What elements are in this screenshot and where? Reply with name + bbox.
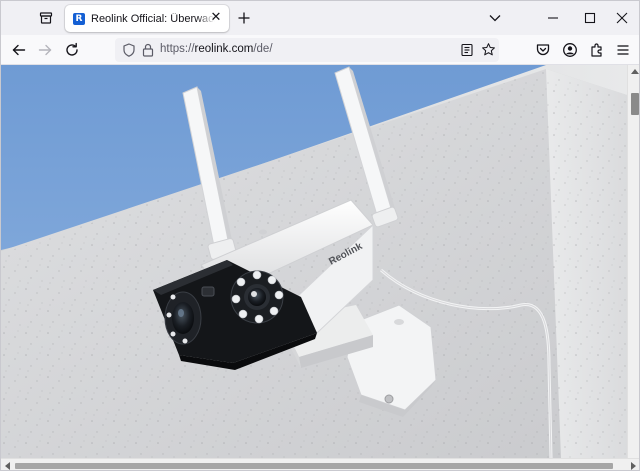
- extensions-button[interactable]: [588, 41, 606, 59]
- list-all-tabs-button[interactable]: [488, 11, 502, 25]
- url-host: reolink.com: [194, 43, 254, 55]
- horizontal-scrollbar[interactable]: [1, 458, 639, 470]
- maximize-button[interactable]: [582, 10, 598, 26]
- reload-icon: [66, 42, 78, 56]
- shield-icon: [123, 43, 135, 57]
- tab-list-button[interactable]: [35, 7, 57, 29]
- scroll-left-arrow-icon[interactable]: [5, 462, 10, 470]
- hero-image: Reolink: [1, 65, 627, 458]
- url-path: /de/: [253, 43, 273, 55]
- reader-view-button[interactable]: [460, 43, 474, 57]
- tab-list-icon: [39, 12, 53, 24]
- back-button[interactable]: [10, 41, 28, 59]
- pocket-button[interactable]: [534, 41, 552, 59]
- tracking-protection-button[interactable]: [121, 42, 137, 58]
- close-icon: ✕: [210, 10, 222, 25]
- reader-view-icon: [461, 43, 473, 57]
- extensions-icon: [591, 43, 602, 57]
- url-text[interactable]: https://reolink.com/de/: [160, 43, 273, 55]
- url-protocol: https://: [160, 43, 195, 55]
- new-tab-button[interactable]: [236, 10, 252, 26]
- app-menu-button[interactable]: [614, 41, 632, 59]
- scroll-right-arrow-icon[interactable]: [631, 462, 636, 470]
- address-bar[interactable]: https://reolink.com/de/: [115, 38, 499, 62]
- forward-button[interactable]: [36, 41, 54, 59]
- tab-close-button[interactable]: ✕: [209, 11, 223, 25]
- lock-icon: [142, 43, 154, 57]
- tab-title: Reolink Official: Überwachungskameras: [91, 12, 215, 25]
- maximize-icon: [584, 12, 596, 24]
- active-tab[interactable]: R Reolink Official: Überwachungskameras …: [65, 5, 229, 32]
- vertical-scrollbar-thumb[interactable]: [631, 93, 639, 115]
- account-icon: [563, 43, 577, 57]
- chevron-down-icon: [489, 15, 501, 22]
- reolink-favicon: R: [73, 12, 85, 25]
- scroll-up-arrow-icon[interactable]: [631, 69, 639, 74]
- menu-icon: [617, 45, 629, 55]
- vertical-scrollbar[interactable]: [627, 65, 639, 458]
- account-button[interactable]: [561, 41, 579, 59]
- bookmark-star-icon: [482, 43, 495, 56]
- plus-icon: [238, 12, 250, 24]
- minimize-button[interactable]: [545, 10, 561, 26]
- reload-button[interactable]: [63, 41, 81, 59]
- window-close-icon: [616, 12, 628, 24]
- pocket-icon: [536, 44, 550, 56]
- site-info-button[interactable]: [141, 42, 155, 58]
- forward-arrow-icon: [38, 44, 52, 56]
- page-content: Reolink: [1, 65, 627, 458]
- horizontal-scrollbar-thumb[interactable]: [15, 463, 613, 469]
- back-arrow-icon: [12, 44, 26, 56]
- close-window-button[interactable]: [614, 10, 630, 26]
- tab-strip: R Reolink Official: Überwachungskameras …: [1, 1, 639, 35]
- browser-window: R Reolink Official: Überwachungskameras …: [0, 0, 640, 471]
- navigation-toolbar: https://reolink.com/de/: [1, 35, 639, 65]
- bookmark-button[interactable]: [481, 42, 496, 57]
